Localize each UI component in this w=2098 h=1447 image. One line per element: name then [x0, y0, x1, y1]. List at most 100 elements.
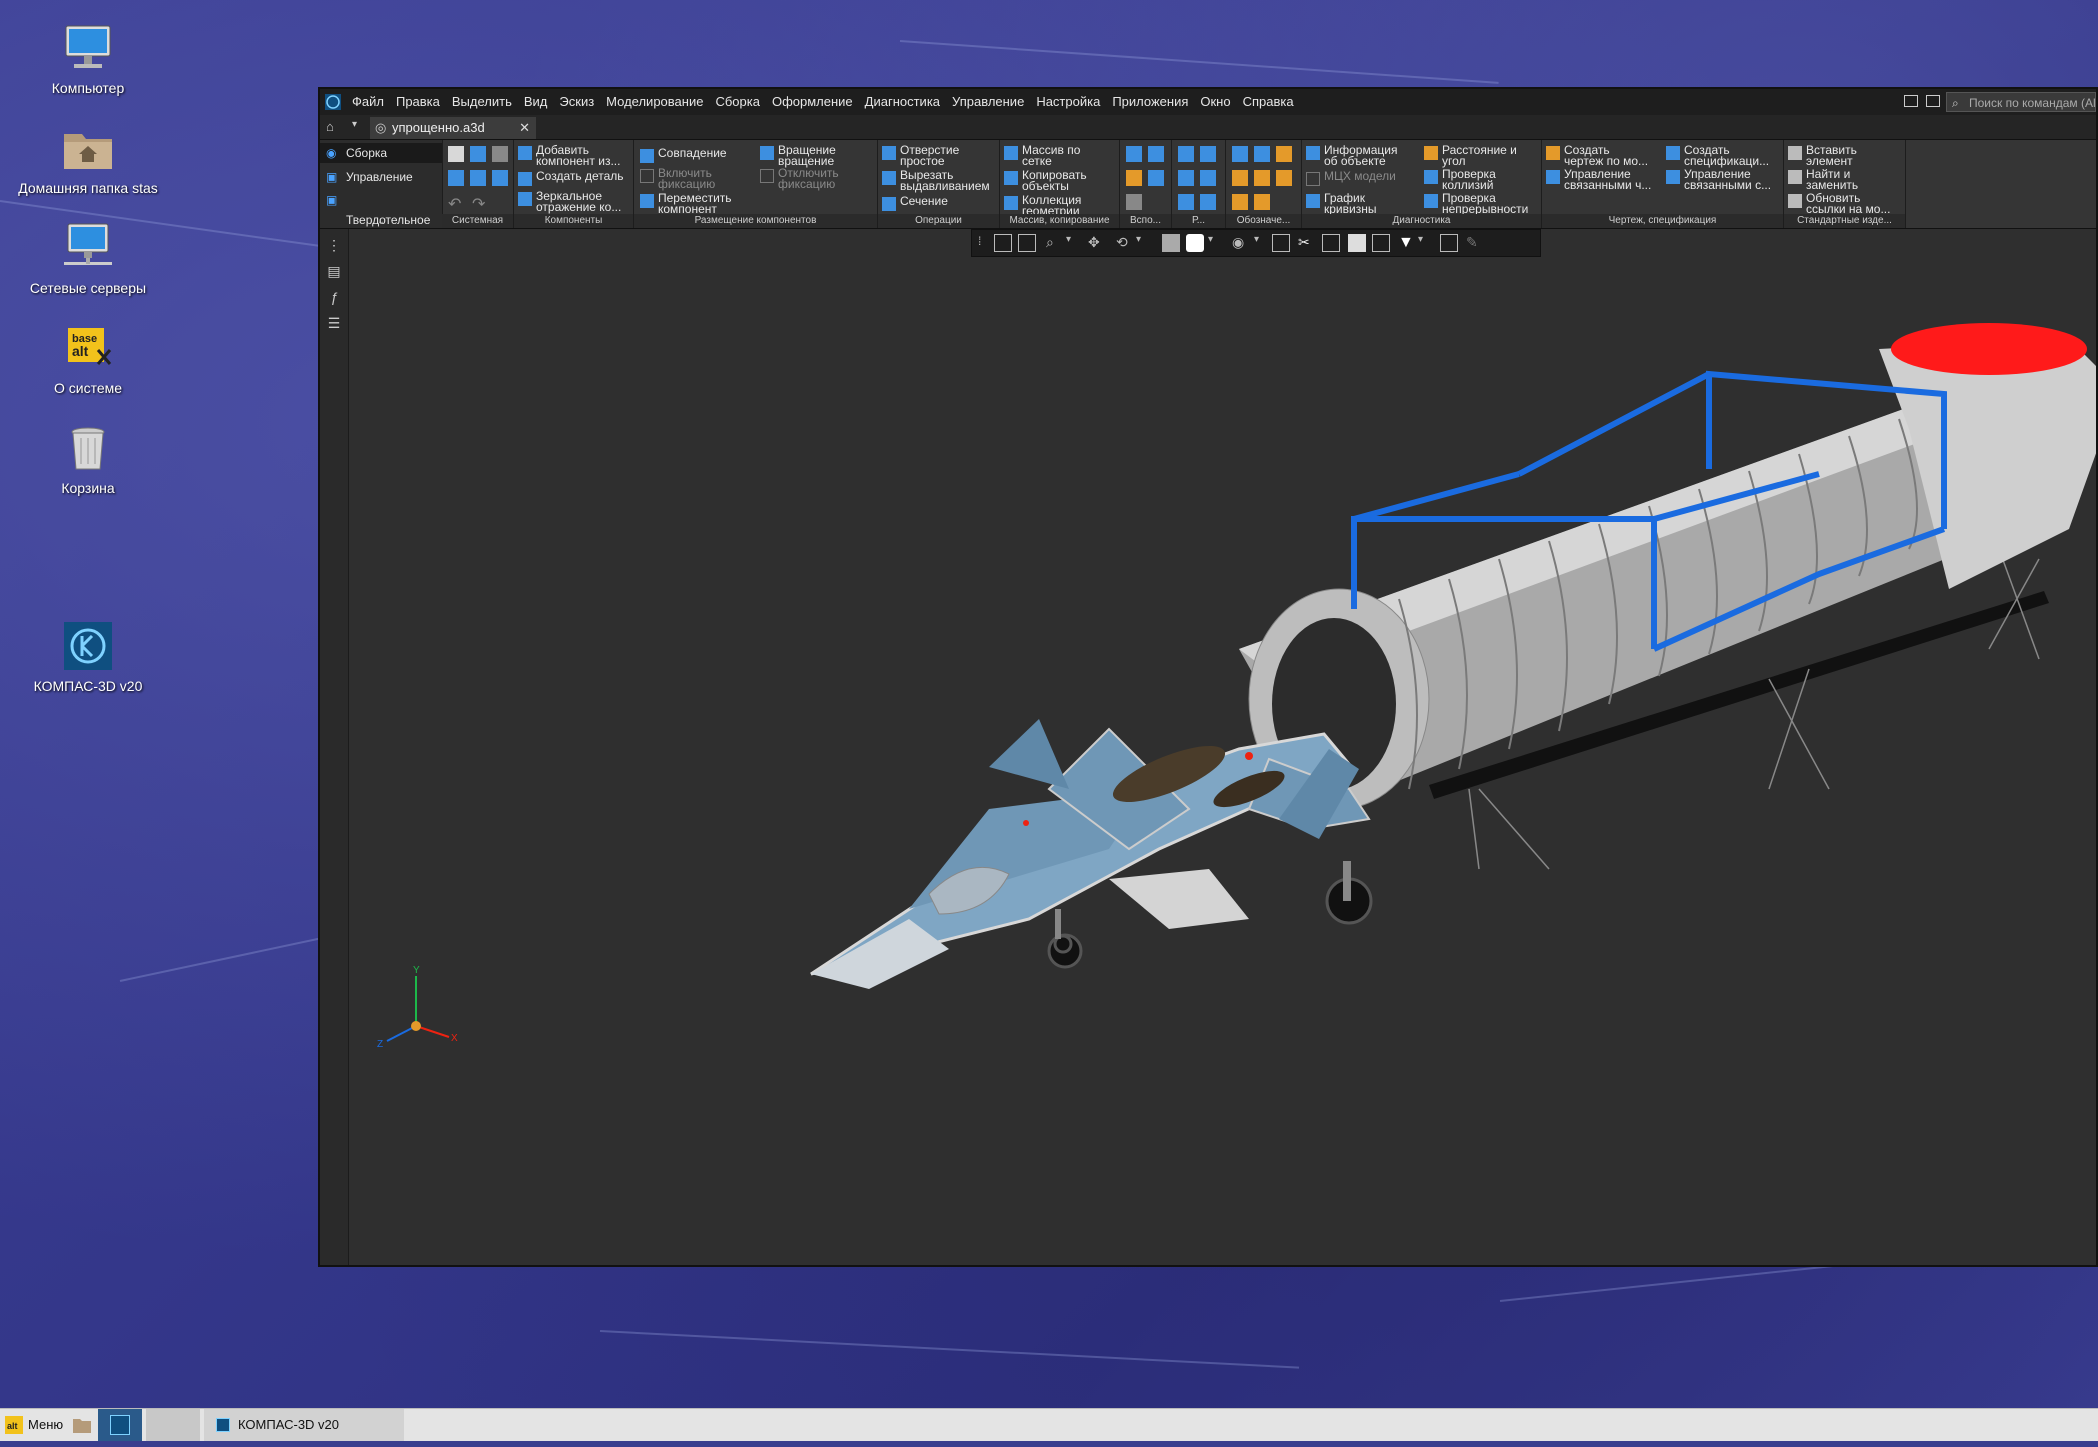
surface-icon[interactable]: [1178, 146, 1194, 162]
properties-panel-icon[interactable]: ▤: [326, 263, 342, 279]
close-icon[interactable]: ✕: [519, 117, 530, 139]
copy-objects-button[interactable]: Копировать объекты: [1002, 169, 1087, 192]
new-file-icon[interactable]: [448, 146, 464, 162]
open-folder-icon[interactable]: [470, 146, 486, 162]
tool-icon[interactable]: [1200, 194, 1216, 210]
menu-file[interactable]: Файл: [346, 89, 390, 115]
menu-view[interactable]: Вид: [518, 89, 554, 115]
tree-icon[interactable]: ⋮: [326, 237, 342, 253]
manage-linked-drawings-button[interactable]: Управление связанными ч...: [1544, 167, 1652, 192]
layers-icon[interactable]: ☰: [326, 315, 342, 331]
coincidence-button[interactable]: Совпадение: [638, 147, 727, 163]
grid-pattern-icon: [1004, 146, 1018, 160]
roughness-icon[interactable]: [1254, 170, 1270, 186]
desktop-icon-computer[interactable]: Компьютер: [13, 20, 163, 96]
mass-properties-button[interactable]: МЦХ модели: [1304, 170, 1396, 186]
save-icon[interactable]: [492, 146, 508, 162]
tab-document[interactable]: ◎ упрощенно.a3d ✕: [370, 117, 536, 139]
menu-window[interactable]: Окно: [1194, 89, 1236, 115]
cs-icon[interactable]: [1148, 170, 1164, 186]
kompas-app-icon: [60, 618, 116, 674]
rotation-button[interactable]: Вращение вращение: [758, 144, 836, 167]
mode-solid-modeling[interactable]: ▣ Твердотельное моделирование: [320, 190, 442, 238]
button-label: Управление связанными ч...: [1564, 167, 1652, 192]
export-icon[interactable]: [470, 170, 486, 186]
menu-settings[interactable]: Настройка: [1030, 89, 1106, 115]
mode-assembly[interactable]: ◉ Сборка: [320, 143, 442, 163]
desktop-icon-home[interactable]: Домашняя папка stas: [13, 120, 163, 196]
menu-control[interactable]: Управление: [946, 89, 1030, 115]
workspace-1[interactable]: [98, 1409, 142, 1441]
variables-fx-icon[interactable]: ƒ: [326, 289, 342, 305]
dimension-icon[interactable]: [1232, 146, 1248, 162]
curvature-graph-button[interactable]: График кривизны: [1304, 192, 1376, 215]
grid-pattern-button[interactable]: Массив по сетке: [1002, 144, 1080, 167]
screenshot-icon[interactable]: [1926, 95, 1940, 107]
home-icon[interactable]: ⌂: [326, 119, 334, 134]
command-search-input[interactable]: ⌕ Поиск по командам (Al: [1946, 92, 2096, 112]
point-icon[interactable]: [1126, 170, 1142, 186]
plane-icon[interactable]: [1126, 146, 1142, 162]
disable-fixation-button[interactable]: Отключить фиксацию: [758, 167, 839, 190]
insert-element-button[interactable]: Вставить элемент: [1786, 144, 1857, 167]
create-part-button[interactable]: Создать деталь: [516, 170, 624, 186]
menu-modeling[interactable]: Моделирование: [600, 89, 709, 115]
create-drawing-button[interactable]: Создать чертеж по мо...: [1544, 144, 1648, 167]
3d-viewport[interactable]: ⁞ ⌕ ▾ ✥ ⟲ ▾ ▾ ◉ ▾ ✂ ▼ ▾ ✎ Y X Z: [349, 229, 2096, 1265]
workspace-2[interactable]: [146, 1409, 200, 1441]
leader-icon[interactable]: [1232, 170, 1248, 186]
manage-linked-specs-button[interactable]: Управление связанными с...: [1664, 168, 1771, 191]
tolerance-icon[interactable]: [1254, 194, 1270, 210]
desktop-icon-about[interactable]: base alt О системе: [13, 320, 163, 396]
continuity-check-button[interactable]: Проверка непрерывности: [1422, 192, 1528, 215]
angle-icon[interactable]: [1276, 146, 1292, 162]
kompas-logo-icon[interactable]: [320, 89, 346, 115]
find-replace-button[interactable]: Найти и заменить: [1786, 168, 1858, 191]
shape-icon[interactable]: [1200, 146, 1216, 162]
object-info-button[interactable]: Информация об объекте: [1304, 144, 1397, 167]
arrow-icon[interactable]: [1254, 146, 1270, 162]
base-icon[interactable]: [1232, 194, 1248, 210]
add-component-button[interactable]: Добавить компонент из...: [516, 144, 620, 167]
menu-select[interactable]: Выделить: [446, 89, 518, 115]
file-manager-icon[interactable]: [72, 1409, 94, 1441]
desktop-icon-network[interactable]: Сетевые серверы: [13, 220, 163, 296]
mode-control[interactable]: ▣ Управление: [320, 167, 442, 187]
undo-icon[interactable]: ↶: [448, 194, 461, 214]
taskbar-kompas-task[interactable]: КОМПАС-3D v20: [204, 1409, 404, 1441]
move-component-button[interactable]: Переместить компонент: [638, 192, 732, 215]
alt-menu-icon[interactable]: alt: [4, 1409, 26, 1441]
update-links-button[interactable]: Обновить ссылки на мо...: [1786, 192, 1890, 215]
distance-angle-button[interactable]: Расстояние и угол: [1422, 144, 1517, 167]
collapse-chevron-icon[interactable]: ⌄: [320, 216, 442, 228]
menu-design[interactable]: Оформление: [766, 89, 859, 115]
axis-icon[interactable]: [1148, 146, 1164, 162]
menu-diagnostics[interactable]: Диагностика: [859, 89, 946, 115]
weld-icon[interactable]: [1276, 170, 1292, 186]
sphere-icon[interactable]: [1178, 170, 1194, 186]
print-icon[interactable]: [448, 170, 464, 186]
cube-icon[interactable]: [1178, 194, 1194, 210]
disc-icon[interactable]: [1200, 170, 1216, 186]
properties-icon[interactable]: [492, 170, 508, 186]
menu-applications[interactable]: Приложения: [1106, 89, 1194, 115]
menu-sketch[interactable]: Эскиз: [553, 89, 600, 115]
ribbon-group-operations: Отверстие простое Вырезать выдавливанием…: [878, 140, 1000, 228]
mirror-component-button[interactable]: Зеркальное отражение ко...: [516, 190, 621, 213]
enable-fixation-button[interactable]: Включить фиксацию: [638, 167, 715, 190]
line-icon[interactable]: [1126, 194, 1142, 210]
desktop-icon-kompas[interactable]: КОМПАС-3D v20: [13, 618, 163, 694]
menu-help[interactable]: Справка: [1237, 89, 1300, 115]
desktop-icon-trash[interactable]: Корзина: [13, 420, 163, 496]
redo-icon[interactable]: ↷: [472, 194, 485, 214]
menu-assembly[interactable]: Сборка: [709, 89, 766, 115]
collision-check-button[interactable]: Проверка коллизий: [1422, 168, 1496, 191]
start-menu-button[interactable]: Меню: [28, 1409, 72, 1441]
section-button[interactable]: Сечение: [880, 195, 948, 211]
simple-hole-button[interactable]: Отверстие простое: [880, 144, 959, 167]
window-layout-icon[interactable]: [1904, 95, 1918, 107]
create-specification-button[interactable]: Создать спецификаци...: [1664, 144, 1769, 167]
chevron-down-icon[interactable]: ▾: [352, 119, 357, 130]
cut-extrude-button[interactable]: Вырезать выдавливанием: [880, 169, 990, 192]
menu-edit[interactable]: Правка: [390, 89, 446, 115]
